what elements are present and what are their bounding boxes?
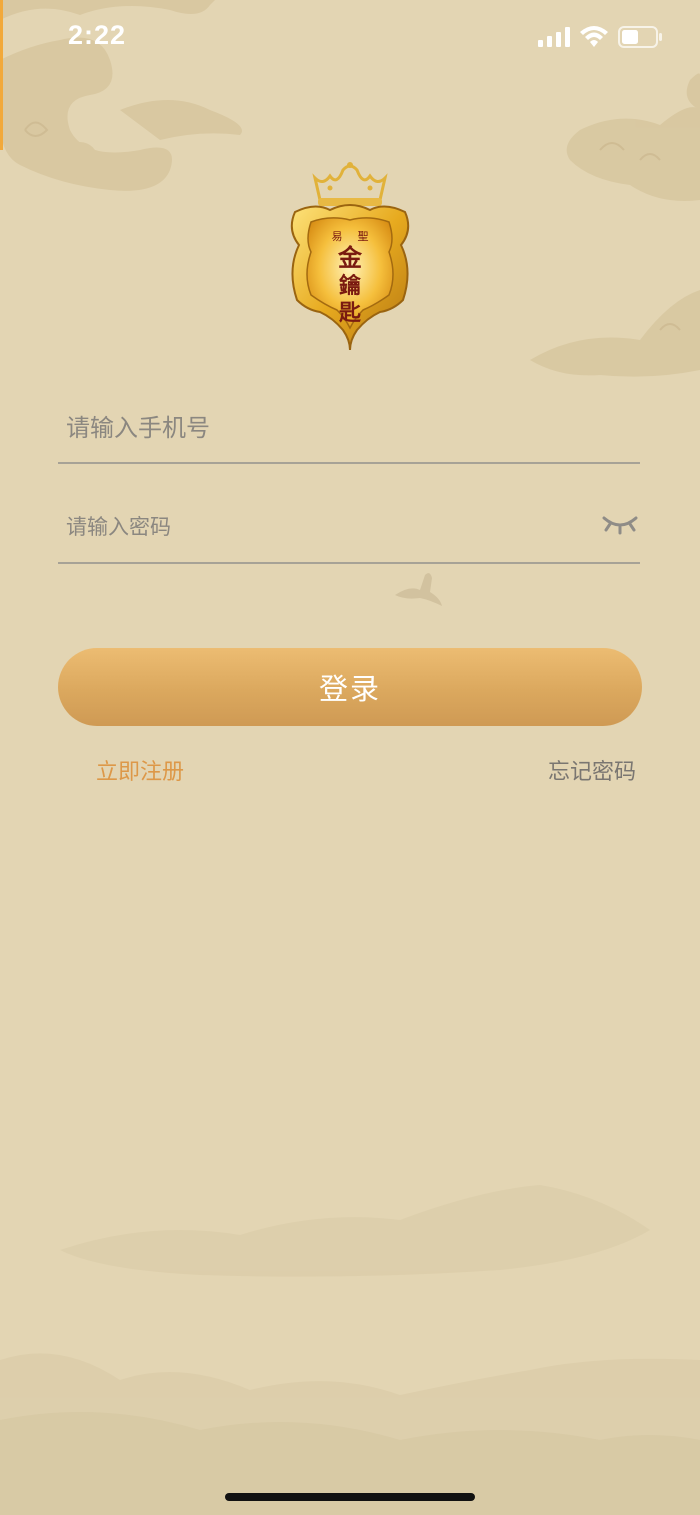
eye-closed-icon[interactable]	[602, 512, 638, 536]
crown-icon	[312, 162, 388, 206]
svg-text:聖: 聖	[358, 230, 369, 243]
status-time: 2:22	[68, 20, 127, 50]
password-field[interactable]	[58, 500, 640, 564]
password-input[interactable]	[58, 500, 586, 554]
svg-text:金: 金	[337, 243, 363, 272]
phone-field[interactable]	[58, 400, 640, 464]
svg-text:匙: 匙	[339, 300, 361, 326]
phone-input[interactable]	[58, 400, 586, 456]
register-link[interactable]: 立即注册	[96, 754, 184, 786]
status-bar: 2:22	[0, 0, 700, 80]
signal-icon	[538, 27, 570, 47]
home-indicator[interactable]	[225, 1493, 475, 1501]
battery-icon	[618, 26, 662, 48]
login-button[interactable]: 登录	[58, 648, 642, 726]
shield-crown-logo: 易 聖 金 鑰 匙	[290, 162, 410, 351]
forgot-password-link[interactable]: 忘记密码	[548, 754, 636, 786]
svg-text:易: 易	[332, 230, 343, 243]
wifi-icon	[580, 26, 608, 47]
svg-text:鑰: 鑰	[339, 273, 361, 299]
